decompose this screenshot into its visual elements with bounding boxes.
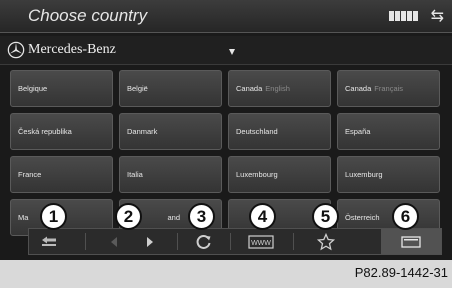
country-button[interactable]: España	[337, 113, 440, 150]
callout-6: 6	[392, 203, 419, 230]
country-button[interactable]: België	[119, 70, 222, 107]
arrow-right-icon	[147, 236, 153, 247]
callout-2: 2	[115, 203, 142, 230]
reload-button[interactable]	[189, 229, 219, 254]
country-button[interactable]: Italia	[119, 156, 222, 193]
reload-icon	[196, 234, 211, 249]
mercedes-star-icon	[7, 41, 25, 59]
figure-reference: P82.89-1442-31	[354, 265, 448, 280]
head-unit-screen: Choose country ⇆ Mercedes-Benz Belgique …	[0, 0, 452, 260]
title-bar: Choose country ⇆	[0, 0, 452, 33]
star-icon	[317, 232, 335, 250]
page-forward-button[interactable]	[135, 229, 165, 254]
brand-name: Mercedes-Benz	[28, 42, 116, 57]
callout-1: 1	[40, 203, 67, 230]
page-title: Choose country	[28, 6, 148, 25]
brand-bar: Mercedes-Benz	[0, 36, 452, 65]
callout-3: 3	[188, 203, 215, 230]
address-button[interactable]: WWW	[243, 229, 279, 254]
country-button[interactable]: Canada Français	[337, 70, 440, 107]
callout-5: 5	[312, 203, 339, 230]
svg-text:WWW: WWW	[251, 240, 271, 247]
country-button[interactable]: Deutschland	[228, 113, 331, 150]
pointer-cursor-icon	[229, 49, 235, 55]
back-button[interactable]	[29, 229, 69, 254]
browser-toolbar: WWW	[28, 228, 442, 255]
country-button[interactable]: Česká republika	[10, 113, 113, 150]
country-button[interactable]: Luxembourg	[228, 156, 331, 193]
country-button[interactable]: Belgique	[10, 70, 113, 107]
window-icon	[401, 235, 421, 248]
country-button[interactable]: Luxemburg	[337, 156, 440, 193]
country-grid: Belgique België Canada English Canada Fran…	[10, 70, 448, 236]
page-back-button[interactable]	[99, 229, 129, 254]
signal-strength-icon	[389, 11, 418, 21]
window-button[interactable]	[381, 229, 441, 254]
back-icon	[42, 236, 56, 246]
swap-arrows-icon[interactable]: ⇆	[431, 6, 444, 26]
country-button[interactable]: Danmark	[119, 113, 222, 150]
country-button[interactable]: Canada English	[228, 70, 331, 107]
arrow-left-icon	[111, 236, 117, 247]
country-button[interactable]: France	[10, 156, 113, 193]
www-icon: WWW	[248, 234, 274, 249]
favorites-button[interactable]	[311, 229, 341, 254]
callout-4: 4	[249, 203, 276, 230]
